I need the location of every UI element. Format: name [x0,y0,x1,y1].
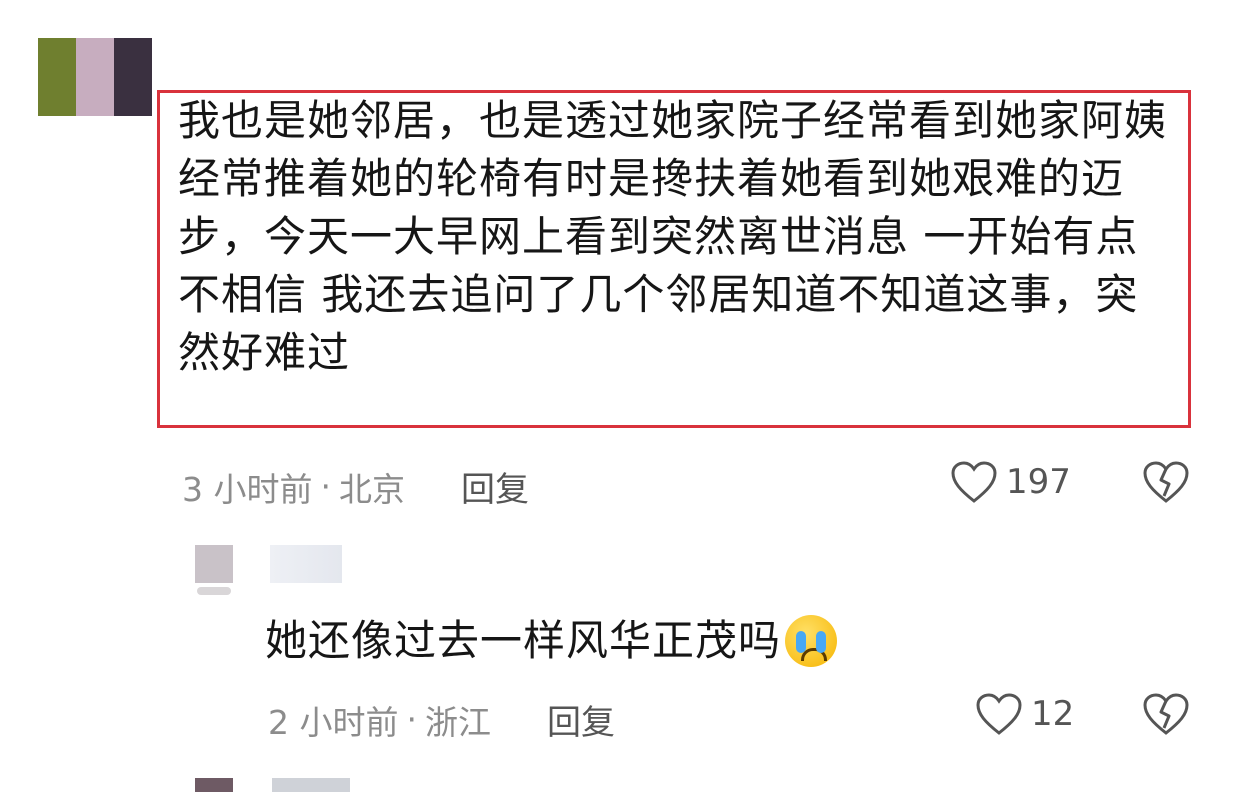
like-button[interactable]: 197 [950,460,1071,504]
like-button[interactable]: 12 [975,692,1074,736]
reply-time: 2 小时前 [268,702,399,742]
reply-text: 她还像过去一样风华正茂吗 [265,612,838,670]
comment-time: 3 小时前 [182,469,313,509]
next-avatar[interactable] [195,778,233,792]
meta-separator: · [406,700,418,739]
heart-icon [951,461,997,503]
reply-location: 浙江 [425,702,491,742]
comment-text: 我也是她邻居，也是透过她家院子经常看到她家阿姨经常推着她的轮椅有时是搀扶着她看到… [178,96,1168,377]
like-count: 197 [1006,462,1071,502]
reply-text-body: 她还像过去一样风华正茂吗 [265,616,782,665]
reply-button[interactable]: 回复 [547,695,615,744]
crying-face-icon [785,615,838,667]
reply-username[interactable] [270,545,342,583]
heart-icon [976,693,1022,735]
reply-avatar[interactable] [195,545,233,595]
meta-separator: · [320,467,332,506]
avatar[interactable] [38,38,152,116]
comment-location: 北京 [339,469,405,509]
broken-heart-icon[interactable] [1142,460,1190,504]
reply-meta: 2 小时前 · 浙江 回复 [268,695,615,744]
broken-heart-icon[interactable] [1142,692,1190,736]
like-count: 12 [1031,694,1075,734]
reply-button[interactable]: 回复 [461,462,529,511]
next-username[interactable] [272,778,350,792]
comment-meta: 3 小时前 · 北京 回复 [182,462,529,511]
